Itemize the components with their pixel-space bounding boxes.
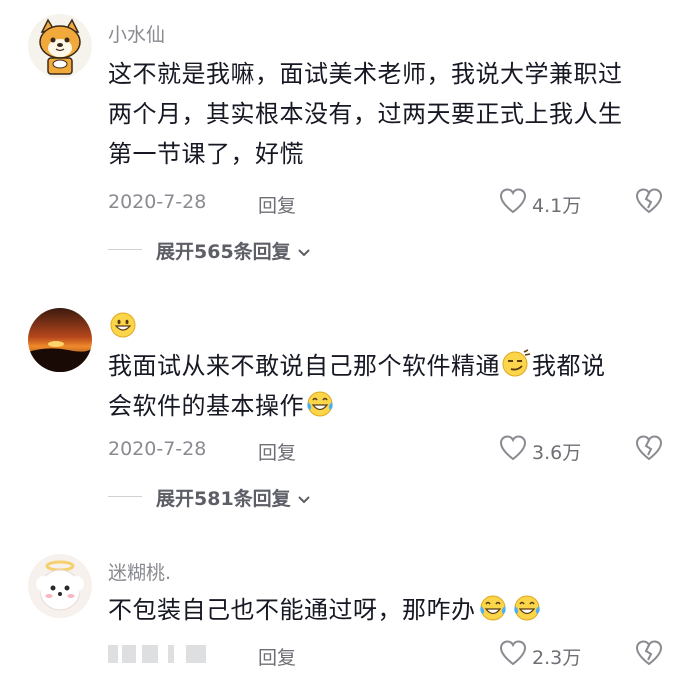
comment-author[interactable]: 小水仙 bbox=[108, 20, 165, 47]
shiba-avatar-icon bbox=[28, 14, 92, 78]
comment-text-line: 两个月，其实根本没有，过两天要正式上我人生 bbox=[108, 100, 623, 128]
comment-meta: 回复 2.3万 bbox=[108, 640, 668, 670]
comment-text-segment: 我都说 bbox=[532, 352, 606, 380]
avatar-shiba[interactable] bbox=[28, 14, 92, 78]
crying-laughing-emoji-icon bbox=[307, 391, 333, 417]
comment-text-line: 我面试从来不敢说自己那个软件精通 我都说 bbox=[108, 346, 668, 386]
grinning-face-icon bbox=[110, 312, 136, 338]
sunset-avatar-icon bbox=[28, 308, 92, 372]
like-count: 3.6万 bbox=[532, 442, 582, 464]
dislike-button[interactable] bbox=[634, 186, 666, 218]
comment-text-line: 第一节课了，好慌 bbox=[108, 140, 304, 168]
expand-replies-label: 展开581条回复 bbox=[156, 484, 311, 511]
comment-text-segment: 会软件的基本操作 bbox=[108, 392, 304, 420]
divider bbox=[108, 249, 142, 250]
chevron-down-icon bbox=[298, 496, 311, 504]
heart-icon bbox=[499, 435, 527, 461]
angel-dog-avatar-icon bbox=[28, 554, 92, 618]
divider bbox=[108, 496, 142, 497]
broken-heart-icon bbox=[635, 435, 663, 461]
reply-button[interactable]: 回复 bbox=[258, 191, 296, 218]
expand-replies[interactable]: 展开581条回复 bbox=[108, 484, 408, 510]
comment-text: 不包装自己也不能通过呀，那咋办 bbox=[108, 590, 668, 630]
dislike-button[interactable] bbox=[634, 433, 666, 465]
comment-text-line: 会软件的基本操作 bbox=[108, 386, 668, 426]
broken-heart-icon bbox=[635, 188, 663, 214]
avatar-sunset[interactable] bbox=[28, 308, 92, 372]
comment-text-segment: 不包装自己也不能通过呀，那咋办 bbox=[108, 596, 476, 624]
comment-text: 这不就是我嘛，面试美术老师，我说大学兼职过 两个月，其实根本没有，过两天要正式上… bbox=[108, 54, 668, 174]
like-button[interactable]: 3.6万 bbox=[498, 433, 618, 465]
comment-meta: 2020-7-28 回复 4.1万 bbox=[108, 188, 668, 218]
dislike-button[interactable] bbox=[634, 638, 666, 670]
chevron-down-icon bbox=[298, 249, 311, 257]
comment-meta: 2020-7-28 回复 3.6万 bbox=[108, 435, 668, 465]
like-button[interactable]: 2.3万 bbox=[498, 638, 618, 670]
comment-text: 我面试从来不敢说自己那个软件精通 我都说 会软件的基本操作 bbox=[108, 346, 668, 426]
smirk-emoji-icon bbox=[502, 349, 531, 377]
broken-heart-icon bbox=[635, 640, 663, 666]
like-count: 4.1万 bbox=[532, 195, 582, 217]
reply-button[interactable]: 回复 bbox=[258, 643, 296, 670]
reply-button[interactable]: 回复 bbox=[258, 438, 296, 465]
expand-replies-label: 展开565条回复 bbox=[156, 237, 311, 264]
comment-text-line: 这不就是我嘛，面试美术老师，我说大学兼职过 bbox=[108, 60, 623, 88]
comment-text-line: 不包装自己也不能通过呀，那咋办 bbox=[108, 590, 668, 630]
comment-date: 2020-7-28 bbox=[108, 191, 207, 213]
comment-text-segment: 我面试从来不敢说自己那个软件精通 bbox=[108, 352, 500, 380]
crying-laughing-emoji-icon bbox=[479, 595, 506, 621]
expand-replies[interactable]: 展开565条回复 bbox=[108, 237, 408, 263]
like-button[interactable]: 4.1万 bbox=[498, 186, 618, 218]
author-grinning-emoji[interactable] bbox=[108, 310, 138, 344]
crying-laughing-emoji-icon bbox=[513, 595, 540, 621]
heart-icon bbox=[499, 640, 527, 666]
heart-icon bbox=[499, 188, 527, 214]
comment-date: 2020-7-28 bbox=[108, 438, 207, 460]
comment-author[interactable]: 迷糊桃. bbox=[108, 558, 171, 585]
avatar-angel-dog[interactable] bbox=[28, 554, 92, 618]
comment-date-obscured bbox=[108, 645, 206, 668]
like-count: 2.3万 bbox=[532, 647, 582, 669]
